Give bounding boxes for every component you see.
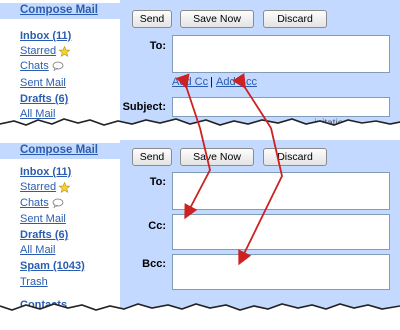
star-icon — [59, 181, 71, 193]
bcc-field[interactable] — [172, 254, 390, 290]
compose-window-after: Compose Mail Inbox (11) Starred Chats Se… — [0, 140, 400, 320]
sidebar-item-starred[interactable]: Starred — [20, 181, 71, 194]
sidebar-item-inbox[interactable]: Inbox (11) — [20, 166, 71, 179]
sidebar-item-label: Starred — [20, 181, 57, 193]
sidebar: Compose Mail Inbox (11) Starred Chats Se… — [0, 140, 120, 320]
compose-window-before: Compose Mail Inbox (11) Starred Chats Se… — [0, 0, 400, 128]
sidebar-item-label: Chats — [20, 197, 49, 209]
sidebar-item-drafts[interactable]: Drafts (6) — [20, 93, 68, 106]
cc-field[interactable] — [172, 214, 390, 250]
sidebar: Compose Mail Inbox (11) Starred Chats Se… — [0, 0, 120, 128]
sidebar-item-trash[interactable]: Trash — [20, 276, 48, 289]
sidebar-item-label: Chats — [20, 60, 49, 72]
star-icon — [59, 45, 71, 57]
save-now-button[interactable]: Save Now — [180, 148, 254, 166]
bcc-label: Bcc: — [142, 258, 166, 270]
to-label: To: — [149, 176, 166, 188]
compose-bar: Compose Mail — [0, 143, 120, 159]
torn-edge — [0, 303, 400, 320]
to-field[interactable] — [172, 172, 390, 210]
torn-edge — [0, 118, 400, 128]
compose-mail-link[interactable]: Compose Mail — [20, 144, 98, 156]
sidebar-item-chats[interactable]: Chats — [20, 197, 64, 210]
compose-bar: Compose Mail — [0, 3, 120, 19]
chat-bubble-icon — [52, 61, 64, 72]
compose-mail-link[interactable]: Compose Mail — [20, 4, 98, 16]
send-button[interactable]: Send — [132, 10, 172, 28]
add-bcc-link[interactable]: Add Bcc — [216, 76, 257, 88]
sidebar-item-sent-mail[interactable]: Sent Mail — [20, 77, 66, 90]
sidebar-item-label: Starred — [20, 45, 57, 57]
to-label: To: — [149, 40, 166, 52]
save-now-button[interactable]: Save Now — [180, 10, 254, 28]
sidebar-item-all-mail[interactable]: All Mail — [20, 244, 55, 257]
link-separator: | — [210, 76, 213, 88]
chat-bubble-icon — [52, 198, 64, 209]
sidebar-item-drafts[interactable]: Drafts (6) — [20, 229, 68, 242]
send-button[interactable]: Send — [132, 148, 172, 166]
add-cc-link[interactable]: Add Cc — [172, 76, 208, 88]
sidebar-item-chats[interactable]: Chats — [20, 60, 64, 73]
sidebar-item-inbox[interactable]: Inbox (11) — [20, 30, 71, 43]
compose-area: Send Save Now Discard To: Cc: Bcc: — [120, 140, 400, 320]
compose-area: Send Save Now Discard To: Add Cc | Add B… — [120, 0, 400, 128]
discard-button[interactable]: Discard — [263, 10, 327, 28]
to-field[interactable] — [172, 35, 390, 73]
sidebar-item-spam[interactable]: Spam (1043) — [20, 260, 85, 273]
sidebar-item-starred[interactable]: Starred — [20, 45, 71, 58]
sidebar-item-sent-mail[interactable]: Sent Mail — [20, 213, 66, 226]
cc-label: Cc: — [148, 220, 166, 232]
discard-button[interactable]: Discard — [263, 148, 327, 166]
